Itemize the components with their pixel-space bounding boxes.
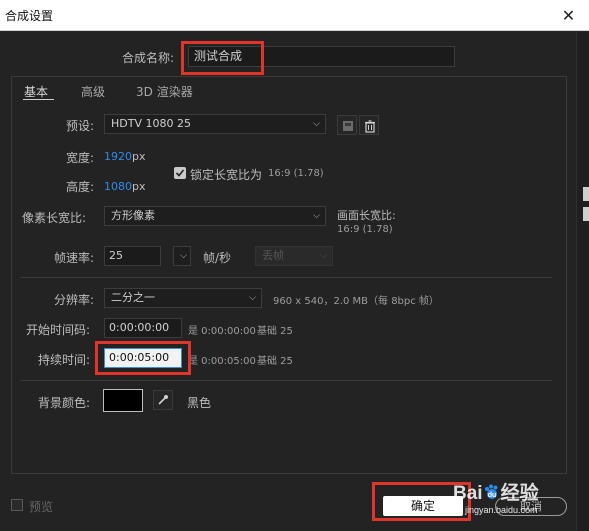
- chevron-down-icon: ⌵: [320, 251, 327, 261]
- watermark-url: jingyan.baidu.com: [465, 505, 538, 515]
- divider: [20, 277, 552, 278]
- divider: [20, 380, 552, 381]
- background-glyph: [583, 187, 589, 201]
- resolution-label: 分辨率:: [54, 293, 95, 307]
- tab-3d-renderer[interactable]: 3D 渲染器: [136, 83, 193, 100]
- bg-color-label: 背景颜色:: [38, 396, 91, 410]
- title-bar: 合成设置 ✕: [0, 0, 589, 31]
- start-timecode-input[interactable]: 0:00:00:00: [104, 318, 182, 338]
- save-preset-button[interactable]: [337, 115, 357, 135]
- frame-rate-dropdown[interactable]: ⌵: [173, 246, 191, 266]
- height-label: 高度:: [66, 180, 95, 194]
- drop-frame-select: 丢帧 ⌵: [255, 246, 333, 266]
- preset-select[interactable]: HDTV 1080 25 ⌵: [104, 114, 326, 134]
- duration-label: 持续时间:: [38, 353, 91, 367]
- frame-aspect-label: 画面长宽比:: [337, 209, 396, 222]
- highlight-box-duration: [95, 341, 191, 375]
- tab-basic-underline: [23, 99, 54, 100]
- close-icon[interactable]: ✕: [548, 0, 589, 31]
- checkmark-icon: [175, 169, 185, 177]
- eyedropper-icon: [158, 395, 168, 405]
- highlight-box-name: [181, 41, 264, 75]
- width-label: 宽度:: [66, 151, 95, 165]
- duration-base: 基础 25: [257, 356, 293, 367]
- trash-icon: [365, 120, 375, 133]
- watermark-logo: Bai du 经验: [453, 478, 539, 505]
- pixel-aspect-label: 像素长宽比:: [22, 211, 87, 225]
- lock-aspect-checkbox[interactable]: [174, 167, 186, 179]
- bg-color-swatch[interactable]: [103, 389, 143, 412]
- chevron-down-icon: ⌵: [313, 119, 320, 129]
- pixel-aspect-select[interactable]: 方形像素 ⌵: [104, 206, 326, 226]
- start-timecode-label: 开始时间码:: [26, 323, 91, 337]
- save-preset-icon: [343, 121, 353, 131]
- width-unit: px: [132, 150, 146, 163]
- resolution-info: 960 x 540，2.0 MB（每 8bpc 帧）: [273, 296, 439, 307]
- height-unit: px: [132, 180, 146, 193]
- preset-value: HDTV 1080 25: [111, 117, 191, 130]
- delete-preset-button[interactable]: [359, 115, 379, 135]
- duration-equivalent: 是 0:00:05:00: [188, 356, 256, 367]
- watermark-brand: Bai: [453, 483, 483, 504]
- svg-text:du: du: [487, 492, 496, 499]
- chevron-down-icon: ⌵: [180, 251, 187, 261]
- start-timecode-equivalent: 是 0:00:00:00: [188, 326, 256, 337]
- lock-aspect-label: 锁定长宽比为: [190, 168, 263, 182]
- preview-label: 预览: [29, 500, 54, 514]
- height-value[interactable]: 1080: [104, 180, 132, 193]
- watermark-brand-suffix: 经验: [500, 483, 539, 504]
- resolution-value: 二分之一: [111, 291, 155, 304]
- frame-aspect-value: 16:9 (1.78): [337, 224, 393, 235]
- bg-color-name: 黑色: [187, 396, 212, 410]
- window-title: 合成设置: [5, 9, 54, 23]
- start-timecode-base: 基础 25: [257, 326, 293, 337]
- pixel-aspect-value: 方形像素: [111, 209, 155, 222]
- background-glyph: [583, 207, 589, 221]
- frame-rate-unit: 帧/秒: [203, 251, 232, 265]
- baidu-watermark: Bai du 经验 jingyan.baidu.com: [453, 478, 573, 530]
- drop-frame-value: 丢帧: [262, 249, 284, 262]
- lock-aspect-ratio: 16:9 (1.78): [268, 168, 324, 179]
- resolution-select[interactable]: 二分之一 ⌵: [104, 288, 262, 308]
- preview-checkbox[interactable]: [11, 499, 23, 511]
- eyedropper-button[interactable]: [153, 390, 173, 410]
- preset-label: 预设:: [66, 119, 95, 133]
- background-window-strip: [576, 32, 589, 531]
- paw-icon: du: [484, 484, 498, 499]
- width-value[interactable]: 1920: [104, 150, 132, 163]
- tab-advanced[interactable]: 高级: [81, 83, 105, 100]
- tab-basic[interactable]: 基本: [24, 83, 48, 100]
- chevron-down-icon: ⌵: [313, 211, 320, 221]
- frame-rate-label: 帧速率:: [54, 251, 95, 265]
- frame-rate-input[interactable]: 25: [104, 246, 161, 266]
- chevron-down-icon: ⌵: [249, 293, 256, 303]
- settings-panel: [11, 76, 567, 474]
- comp-name-label: 合成名称:: [122, 51, 175, 65]
